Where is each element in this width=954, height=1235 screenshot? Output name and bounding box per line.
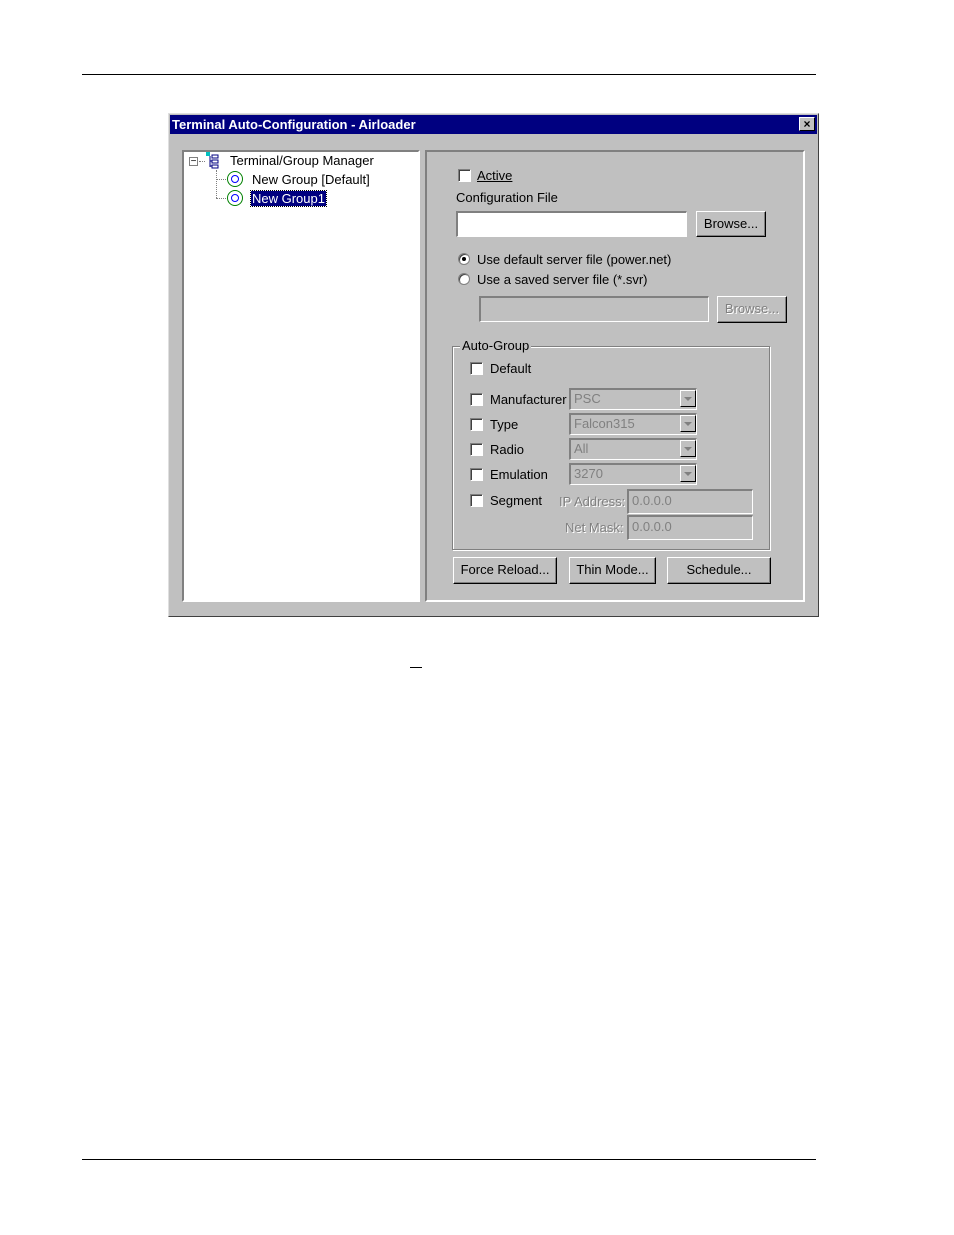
collapse-icon[interactable]: −	[189, 157, 198, 167]
default-checkbox[interactable]	[470, 362, 483, 375]
default-server-label: Use default server file (power.net)	[477, 252, 672, 267]
browse-saved-button: Browse...	[717, 296, 787, 323]
auto-group-legend: Auto-Group	[460, 338, 532, 353]
emulation-checkbox[interactable]	[470, 468, 483, 481]
segment-label: Segment	[490, 493, 543, 508]
radio-value: All	[574, 441, 589, 456]
dialog-window: Terminal Auto-Configuration - Airloader …	[168, 113, 819, 617]
settings-panel: Active Configuration File Browse... Use …	[425, 150, 805, 602]
type-label: Type	[490, 417, 519, 432]
emulation-select: 3270	[569, 463, 697, 485]
radio-type-label: Radio	[490, 442, 524, 457]
saved-server-radio[interactable]	[458, 273, 470, 285]
type-select: Falcon315	[569, 413, 697, 435]
net-mask-label: Net Mask:	[565, 520, 624, 535]
ip-address-label: IP Address:	[559, 494, 626, 509]
segment-checkbox[interactable]	[470, 494, 483, 507]
tree-connector	[216, 170, 217, 198]
chevron-down-icon	[680, 440, 696, 457]
saved-server-label: Use a saved server file (*.svr)	[477, 272, 648, 287]
force-reload-button[interactable]: Force Reload...	[453, 557, 557, 584]
emulation-value: 3270	[574, 466, 603, 481]
ip-address-input: 0.0.0.0	[627, 489, 753, 514]
browse-button[interactable]: Browse...	[696, 211, 766, 237]
type-value: Falcon315	[574, 416, 635, 431]
tree-root-icon	[206, 152, 219, 169]
tree-root-label[interactable]: Terminal/Group Manager	[230, 153, 374, 168]
tree-connector	[199, 161, 205, 162]
active-checkbox[interactable]	[458, 169, 471, 182]
tree-connector	[216, 198, 226, 199]
caption-marker	[410, 667, 422, 668]
footer-rule	[82, 1159, 816, 1160]
manufacturer-checkbox[interactable]	[470, 393, 483, 406]
type-checkbox[interactable]	[470, 418, 483, 431]
group-globe-icon	[227, 190, 243, 206]
config-file-label: Configuration File	[456, 190, 558, 205]
chevron-down-icon	[680, 465, 696, 482]
config-file-input[interactable]	[456, 211, 687, 237]
saved-server-input	[479, 296, 709, 322]
active-label: Active	[477, 168, 513, 183]
tree-item-new-group1[interactable]: New Group1	[250, 190, 327, 207]
emulation-label: Emulation	[490, 467, 548, 482]
title-bar: Terminal Auto-Configuration - Airloader …	[170, 115, 817, 134]
chevron-down-icon	[680, 390, 696, 407]
schedule-button[interactable]: Schedule...	[667, 557, 771, 584]
default-label: Default	[490, 361, 532, 376]
radio-checkbox[interactable]	[470, 443, 483, 456]
auto-group-box: Auto-Group Default Manufacturer PSC Type…	[452, 338, 770, 550]
tree-item-default-group[interactable]: New Group [Default]	[252, 172, 370, 187]
tree-connector	[216, 179, 226, 180]
group-tree[interactable]: − Terminal/Group Manager New Group [Defa…	[182, 150, 420, 602]
radio-select: All	[569, 438, 697, 460]
net-mask-input: 0.0.0.0	[627, 515, 753, 540]
group-globe-icon	[227, 171, 243, 187]
window-title: Terminal Auto-Configuration - Airloader	[172, 117, 416, 132]
manufacturer-label: Manufacturer	[490, 392, 567, 407]
thin-mode-button[interactable]: Thin Mode...	[569, 557, 656, 584]
header-rule	[82, 74, 816, 75]
chevron-down-icon	[680, 415, 696, 432]
manufacturer-value: PSC	[574, 391, 601, 406]
manufacturer-select: PSC	[569, 388, 697, 410]
close-icon[interactable]: ×	[799, 117, 815, 131]
default-server-radio[interactable]	[458, 253, 470, 265]
